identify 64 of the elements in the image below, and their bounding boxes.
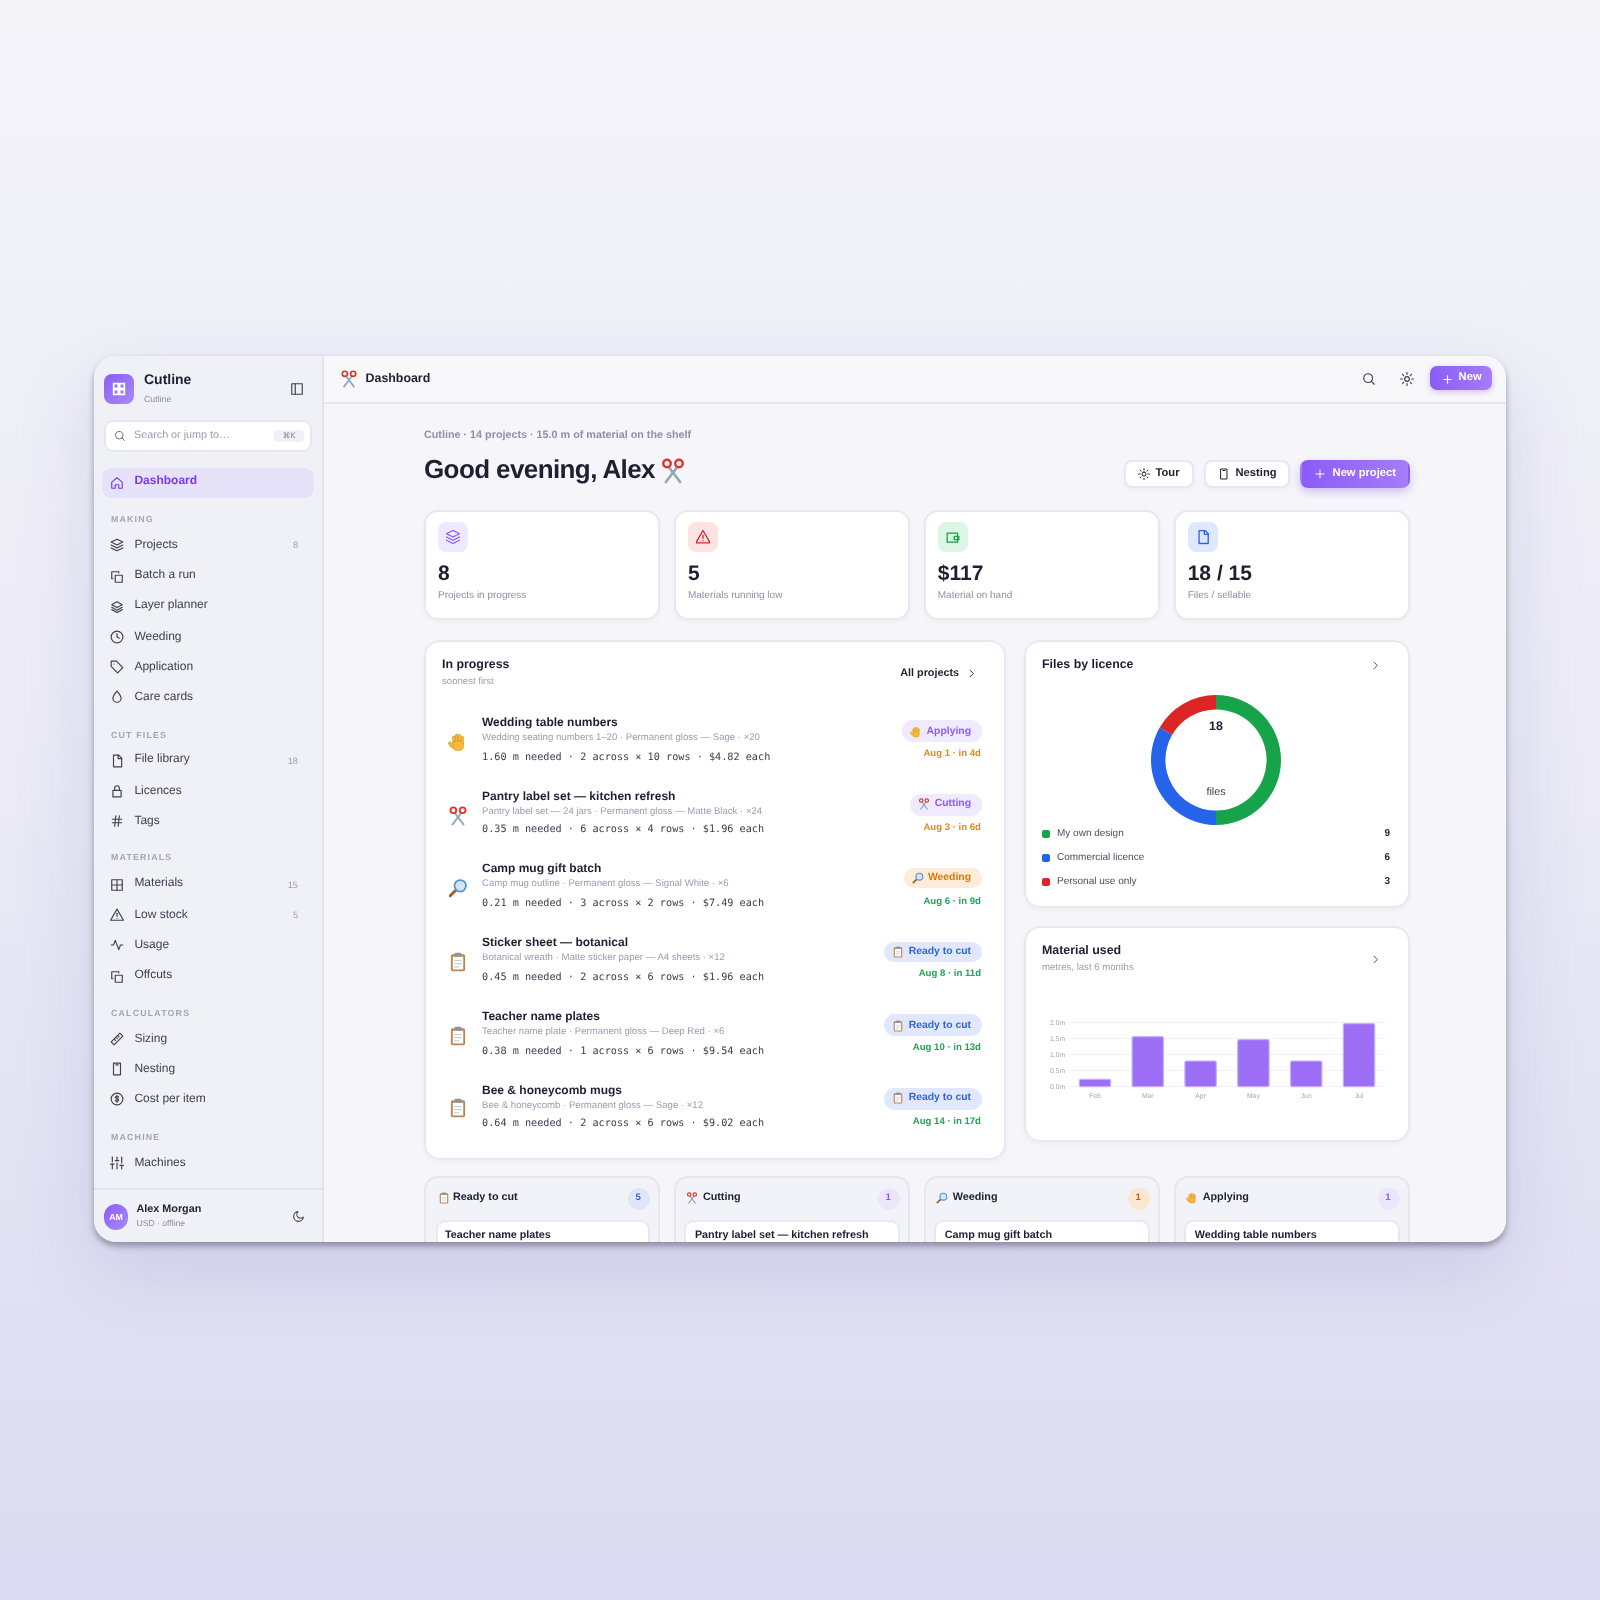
clipboard-icon	[448, 1098, 468, 1119]
chevron-right-icon	[965, 668, 976, 680]
clipboard-icon	[448, 952, 468, 972]
home-icon	[110, 475, 125, 490]
clipboard-icon	[892, 1019, 905, 1032]
tablet-icon	[1217, 468, 1230, 480]
tablet-icon	[110, 1062, 125, 1077]
hand-icon	[1186, 1192, 1199, 1205]
stat-value: 18 / 15	[1187, 562, 1254, 587]
bar	[1237, 1039, 1270, 1088]
hand-icon	[448, 731, 468, 752]
chevron-right-icon[interactable]	[1369, 660, 1380, 672]
file-icon	[1187, 522, 1218, 553]
bar	[1131, 1036, 1165, 1088]
warning-icon	[687, 522, 718, 553]
layers-icon	[438, 522, 468, 553]
bar	[1184, 1060, 1217, 1088]
search-icon	[113, 429, 126, 442]
hand-icon	[910, 725, 923, 738]
tag-icon	[110, 660, 125, 675]
lock-icon	[110, 784, 125, 799]
clock-icon	[110, 630, 125, 645]
magnifier-icon	[911, 872, 924, 885]
bar	[1078, 1078, 1112, 1088]
grid-icon	[110, 877, 125, 892]
scissors-icon	[340, 369, 358, 388]
sliders-icon	[110, 1156, 125, 1171]
scissors-icon	[660, 457, 687, 483]
scissors-icon	[686, 1192, 699, 1205]
clipboard-icon	[892, 1092, 905, 1105]
warning-icon	[110, 908, 125, 923]
magnifier-icon	[936, 1192, 949, 1205]
scissors-icon	[448, 805, 468, 826]
greeting-heading: Good evening, Alex	[424, 454, 655, 486]
copy-icon	[110, 969, 125, 983]
stat-value: 8	[438, 562, 452, 587]
stat-value: 5	[687, 562, 702, 587]
sidebar-toggle-icon[interactable]	[289, 382, 303, 396]
clipboard-icon	[892, 945, 905, 958]
sun-icon	[1137, 468, 1150, 480]
clipboard-icon	[448, 1025, 468, 1046]
wallet-icon	[937, 522, 968, 553]
hash-icon	[110, 814, 125, 829]
coin-icon	[110, 1092, 125, 1107]
plus-icon	[1314, 468, 1327, 480]
bar	[1289, 1060, 1323, 1088]
bar	[1342, 1023, 1376, 1088]
layers-icon	[110, 599, 125, 614]
layers-icon	[110, 538, 125, 553]
stat-value: $117	[937, 562, 986, 587]
sun-icon[interactable]	[1400, 371, 1415, 386]
clipboard-icon	[437, 1192, 449, 1205]
pulse-icon	[110, 938, 125, 953]
app-logo-icon	[104, 374, 135, 404]
chevron-right-icon[interactable]	[1369, 954, 1380, 966]
droplet-icon	[110, 690, 125, 705]
moon-icon[interactable]	[292, 1209, 305, 1223]
file-icon	[110, 753, 125, 768]
plus-icon	[1441, 373, 1453, 384]
ruler-icon	[110, 1032, 125, 1047]
scissors-icon	[918, 798, 931, 811]
copy-icon	[110, 569, 125, 584]
search-icon[interactable]	[1361, 371, 1375, 386]
magnifier-icon	[448, 878, 468, 899]
